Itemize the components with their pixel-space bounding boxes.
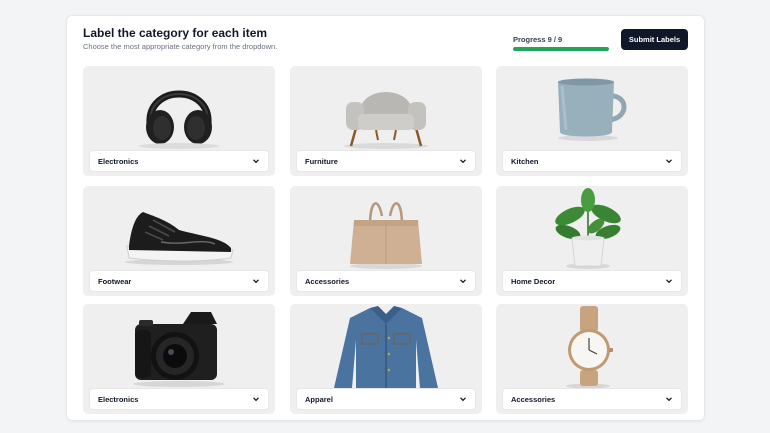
item-card: Accessories xyxy=(290,186,482,296)
category-select-value: Electronics xyxy=(98,394,139,404)
category-select[interactable]: Home Decor xyxy=(503,271,681,291)
item-card: Footwear xyxy=(83,186,275,296)
armchair-icon xyxy=(344,92,428,149)
handbag-icon xyxy=(350,202,422,269)
mug-icon xyxy=(558,78,627,141)
item-card: Apparel xyxy=(290,304,482,414)
page-title: Label the category for each item xyxy=(83,26,268,40)
category-select[interactable]: Apparel xyxy=(297,389,475,409)
item-card: Furniture xyxy=(290,66,482,176)
chevron-down-icon xyxy=(666,279,672,284)
item-card: Accessories xyxy=(496,304,688,414)
camera-icon xyxy=(133,312,225,387)
progress-track xyxy=(513,47,609,51)
item-card: Kitchen xyxy=(496,66,688,176)
sneaker-icon xyxy=(125,212,234,265)
armchair-image xyxy=(290,66,482,150)
category-select[interactable]: Kitchen xyxy=(503,151,681,171)
chevron-down-icon xyxy=(460,397,466,402)
potted-plant-icon xyxy=(555,188,621,269)
item-card: Home Decor xyxy=(496,186,688,296)
wristwatch-image xyxy=(496,304,688,388)
chevron-down-icon xyxy=(666,159,672,164)
chevron-down-icon xyxy=(460,159,466,164)
category-select[interactable]: Footwear xyxy=(90,271,268,291)
page-subtitle: Choose the most appropriate category fro… xyxy=(83,42,278,51)
chevron-down-icon xyxy=(666,397,672,402)
headphones-icon xyxy=(139,90,219,149)
category-select-value: Apparel xyxy=(305,394,333,404)
category-select-value: Home Decor xyxy=(511,276,556,286)
chevron-down-icon xyxy=(253,397,259,402)
camera-image xyxy=(83,304,275,388)
chevron-down-icon xyxy=(253,279,259,284)
category-select[interactable]: Accessories xyxy=(503,389,681,409)
category-select-value: Electronics xyxy=(98,156,139,166)
progress-indicator: Progress 9 / 9 xyxy=(513,35,609,51)
denim-jacket-image xyxy=(290,304,482,388)
chevron-down-icon xyxy=(253,159,259,164)
category-select-value: Accessories xyxy=(511,394,556,404)
denim-jacket-icon xyxy=(334,306,438,388)
mug-image xyxy=(496,66,688,150)
headphones-image xyxy=(83,66,275,150)
category-select-value: Kitchen xyxy=(511,156,539,166)
labeling-panel: Label the category for each item Choose … xyxy=(66,15,705,421)
category-select-value: Accessories xyxy=(305,276,350,286)
category-select-value: Furniture xyxy=(305,156,338,166)
item-card: Electronics xyxy=(83,304,275,414)
category-select[interactable]: Accessories xyxy=(297,271,475,291)
wristwatch-icon xyxy=(566,306,613,388)
submit-labels-button[interactable]: Submit Labels xyxy=(621,29,688,50)
potted-plant-image xyxy=(496,186,688,270)
category-select-value: Footwear xyxy=(98,276,132,286)
category-select[interactable]: Furniture xyxy=(297,151,475,171)
item-card: Electronics xyxy=(83,66,275,176)
progress-fill xyxy=(513,47,609,51)
chevron-down-icon xyxy=(460,279,466,284)
progress-label: Progress 9 / 9 xyxy=(513,35,563,44)
category-select[interactable]: Electronics xyxy=(90,389,268,409)
handbag-image xyxy=(290,186,482,270)
sneaker-image xyxy=(83,186,275,270)
category-select[interactable]: Electronics xyxy=(90,151,268,171)
